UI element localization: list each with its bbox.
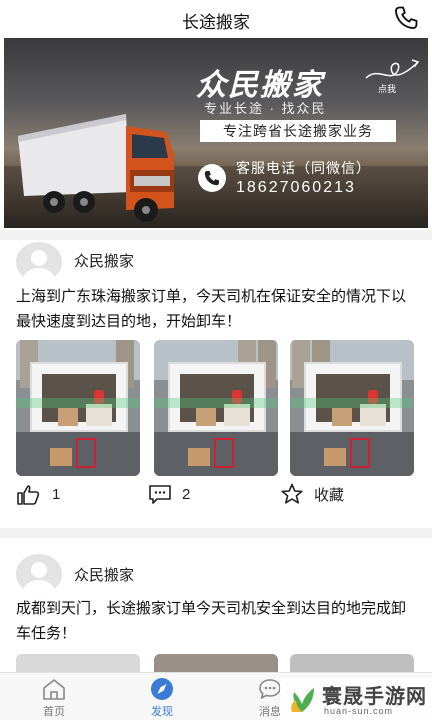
tab-home-label: 首页 <box>43 706 65 718</box>
like-button[interactable]: 1 <box>16 479 60 509</box>
promo-banner[interactable]: 众民搬家 点我 专业长途 · 找众民 专注跨省长途搬家业务 客服电话（同微信） … <box>4 38 428 228</box>
post-author[interactable]: 众民搬家 <box>74 564 134 585</box>
tab-discover-label: 发现 <box>151 706 173 718</box>
compass-icon <box>151 678 173 700</box>
thumbs-up-icon <box>17 485 40 505</box>
favorite-label: 收藏 <box>314 486 345 504</box>
post-photo[interactable] <box>154 654 278 672</box>
post-author[interactable]: 众民搬家 <box>74 250 134 271</box>
truck-image <box>18 114 174 222</box>
star-icon <box>281 483 303 504</box>
post-photo[interactable] <box>16 340 140 476</box>
post-content: 上海到广东珠海搬家订单，今天司机在保证安全的情况下以最快速度到达目的地，开始卸车… <box>16 288 407 330</box>
tab-home[interactable]: 首页 <box>24 673 84 720</box>
watermark-name: 寰晟手游网 <box>322 686 427 708</box>
banner-tagline: 专注跨省长途搬家业务 <box>200 120 396 142</box>
tab-discover[interactable]: 发现 <box>132 673 192 720</box>
post-content: 成都到天门，长途搬家订单今天司机安全到达目的地完成卸车任务！ <box>16 600 407 642</box>
section-divider <box>0 230 432 240</box>
favorite-button[interactable]: 收藏 <box>280 479 344 509</box>
post-photo[interactable] <box>290 340 414 476</box>
post-card[interactable]: 众民搬家 上海到广东珠海搬家订单，今天司机在保证安全的情况下以最快速度到达目的地… <box>0 240 432 528</box>
phone-icon[interactable] <box>392 4 420 32</box>
avatar[interactable] <box>16 554 62 594</box>
section-divider <box>0 528 432 538</box>
comment-icon <box>149 485 171 504</box>
top-bar: 长途搬家 <box>0 0 432 36</box>
post-photo[interactable] <box>16 654 140 672</box>
home-icon <box>43 679 65 700</box>
watermark-logo-icon <box>291 688 314 712</box>
avatar[interactable] <box>16 242 62 282</box>
service-label: 客服电话（同微信） <box>236 160 371 176</box>
post-photo[interactable] <box>154 340 278 476</box>
comment-count: 2 <box>182 485 191 503</box>
click-hint[interactable]: 点我 <box>378 82 396 95</box>
banner-phone-icon <box>198 164 226 192</box>
like-count: 1 <box>52 485 61 503</box>
post-actions: 1 2 收藏 <box>0 479 432 509</box>
page-title: 长途搬家 <box>182 13 250 32</box>
post-card[interactable]: 众民搬家 成都到天门，长途搬家订单今天司机安全到达目的地完成卸车任务！ <box>0 538 432 672</box>
banner-slogan: 专业长途 · 找众民 <box>204 101 327 116</box>
service-phone-number[interactable]: 18627060213 <box>236 179 356 197</box>
watermark-domain: huan-sun.com <box>324 706 394 716</box>
site-watermark: 寰晟手游网 huan-sun.com <box>280 678 432 720</box>
post-photo[interactable] <box>290 654 414 672</box>
comment-button[interactable]: 2 <box>148 479 190 509</box>
